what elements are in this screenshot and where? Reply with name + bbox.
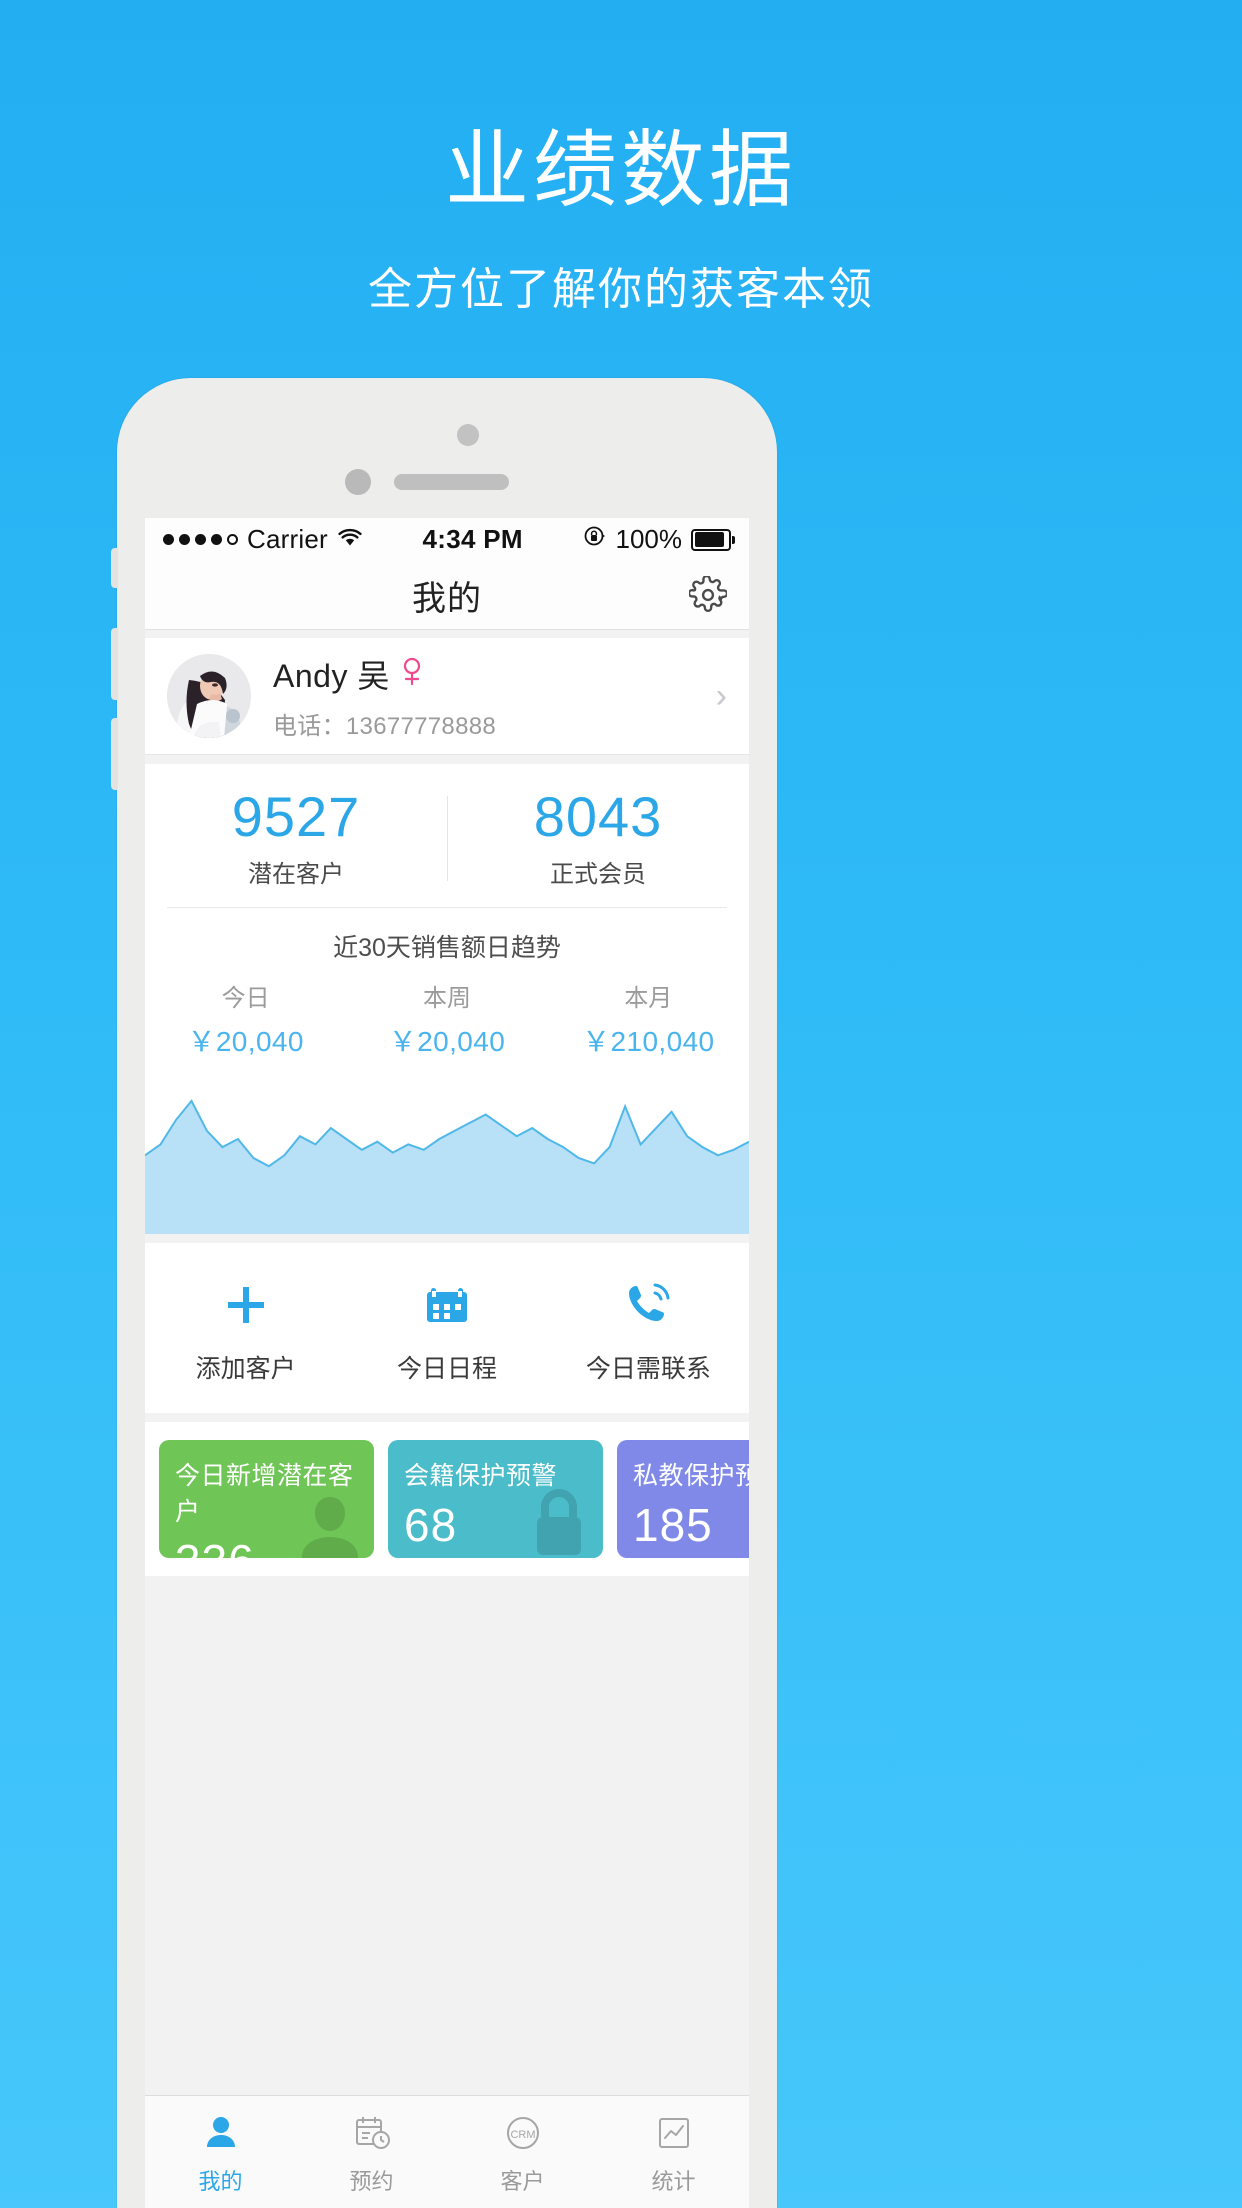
calendar-clock-icon: [296, 2110, 447, 2156]
period-week[interactable]: 本周 ￥20,040: [346, 978, 547, 1060]
kpi-potential-customers[interactable]: 9527 潜在客户: [145, 785, 447, 889]
stat-tiles-section: 今日新增潜在客户 336 会籍保护预警 68 私教保护预警 185: [145, 1421, 749, 1576]
stats-card: 9527 潜在客户 8043 正式会员 近30天销售额日趋势 今日 ￥20,04…: [145, 764, 749, 1234]
action-label: 今日需联系: [585, 1354, 711, 1383]
silent-switch[interactable]: [111, 548, 118, 588]
tab-bar: 我的 预约 CRM 客户 统计: [145, 2095, 749, 2208]
wifi-icon: [337, 524, 363, 555]
kpi-row: 9527 潜在客户 8043 正式会员: [145, 764, 749, 907]
promo-header: 业绩数据 全方位了解你的获客本领: [0, 0, 1242, 312]
gear-icon[interactable]: [687, 574, 729, 614]
action-contact-today[interactable]: 今日需联系: [548, 1277, 749, 1385]
promo-title: 业绩数据: [444, 123, 797, 217]
tab-label: 统计: [651, 2169, 696, 2194]
phone-mockup: Carrier 4:34 PM 100% 我的 Andy 吴 电话：136777…: [111, 378, 777, 2208]
tab-customers[interactable]: CRM 客户: [447, 2096, 598, 2208]
svg-text:CRM: CRM: [510, 2129, 535, 2141]
volume-up-button[interactable]: [111, 628, 118, 700]
tab-label: 预约: [349, 2169, 394, 2194]
sales-trend-chart: [145, 1074, 749, 1234]
phone-screen: Carrier 4:34 PM 100% 我的 Andy 吴 电话：136777…: [145, 518, 749, 2208]
action-label: 今日日程: [396, 1354, 497, 1383]
status-bar: Carrier 4:34 PM 100%: [145, 518, 749, 561]
action-label: 添加客户: [195, 1354, 296, 1383]
dumbbell-ghost-icon: [748, 1483, 749, 1558]
volume-down-button[interactable]: [111, 718, 118, 790]
tile-membership-alert[interactable]: 会籍保护预警 68: [388, 1439, 603, 1558]
crm-icon: CRM: [447, 2110, 598, 2156]
tile-value: 185: [633, 1498, 713, 1551]
profile-phone: 电话：13677778888: [273, 713, 497, 740]
period-row: 今日 ￥20,040 本周 ￥20,040 本月 ￥210,040: [145, 968, 749, 1074]
trend-title: 近30天销售额日趋势: [333, 933, 561, 962]
status-bar-right: 100%: [583, 524, 735, 555]
chart-icon: [598, 2110, 749, 2156]
tab-label: 我的: [198, 2169, 243, 2194]
period-value: ￥20,040: [388, 1025, 506, 1057]
kpi-value: 9527: [231, 785, 361, 848]
action-add-customer[interactable]: 添加客户: [145, 1277, 346, 1385]
page-title: 我的: [412, 579, 482, 618]
tile-new-leads-today[interactable]: 今日新增潜在客户 336: [159, 1439, 374, 1558]
profile-name-row: Andy 吴: [273, 651, 706, 697]
tile-pt-alert[interactable]: 私教保护预警 185: [617, 1439, 749, 1558]
carrier-label: Carrier: [247, 524, 328, 554]
period-value: ￥20,040: [187, 1025, 304, 1057]
rotation-lock-icon: [583, 524, 607, 555]
period-month[interactable]: 本月 ￥210,040: [548, 978, 749, 1060]
signal-dots-icon: [163, 534, 238, 545]
chevron-right-icon: ›: [715, 676, 727, 715]
calendar-icon: [346, 1277, 547, 1333]
female-icon: [400, 657, 422, 692]
tab-label: 客户: [500, 2169, 545, 2194]
stat-tiles: 今日新增潜在客户 336 会籍保护预警 68 私教保护预警 185: [159, 1439, 749, 1558]
battery-full-icon: [691, 528, 735, 551]
lock-ghost-icon: [519, 1483, 599, 1558]
tile-label: 私教保护预警: [633, 1461, 749, 1490]
status-bar-time: 4:34 PM: [422, 524, 523, 554]
profile-text: Andy 吴 电话：13677778888: [273, 651, 706, 741]
proximity-sensor-icon: [345, 469, 371, 495]
person-ghost-icon: [290, 1483, 370, 1558]
kpi-label: 潜在客户: [248, 860, 344, 888]
front-camera-icon: [457, 424, 479, 446]
plus-icon: [145, 1277, 346, 1333]
tab-mine[interactable]: 我的: [145, 2096, 296, 2208]
period-label: 本月: [624, 984, 673, 1012]
promo-subtitle: 全方位了解你的获客本领: [368, 265, 874, 314]
person-icon: [145, 2110, 296, 2156]
kpi-value: 8043: [533, 785, 663, 848]
kpi-label: 正式会员: [550, 860, 646, 888]
period-value: ￥210,040: [582, 1025, 715, 1057]
tab-appointments[interactable]: 预约: [296, 2096, 447, 2208]
phone-call-icon: [548, 1277, 749, 1333]
tab-statistics[interactable]: 统计: [598, 2096, 749, 2208]
avatar: [167, 654, 251, 738]
period-today[interactable]: 今日 ￥20,040: [145, 978, 346, 1060]
period-label: 今日: [221, 984, 270, 1012]
earpiece-speaker-icon: [394, 474, 509, 490]
kpi-members[interactable]: 8043 正式会员: [447, 785, 749, 889]
action-today-schedule[interactable]: 今日日程: [346, 1277, 547, 1385]
quick-actions: 添加客户 今日日程 今日需联系: [145, 1242, 749, 1413]
battery-percent-label: 100%: [615, 524, 683, 554]
period-label: 本周: [422, 984, 471, 1012]
nav-bar: 我的: [145, 561, 749, 630]
status-bar-left: Carrier: [163, 524, 363, 555]
profile-name: Andy 吴: [273, 658, 390, 694]
profile-row[interactable]: Andy 吴 电话：13677778888 ›: [145, 638, 749, 755]
